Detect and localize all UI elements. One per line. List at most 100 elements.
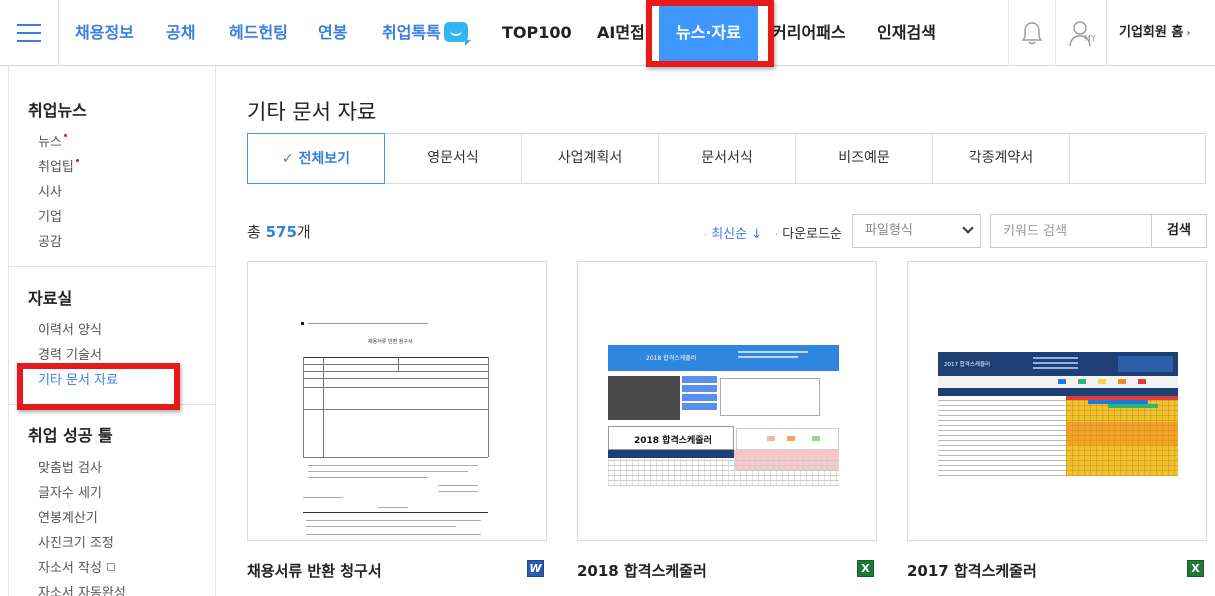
sidebar-title-tools: 취업 성공 툴 (28, 426, 113, 445)
my-label: MY (1084, 34, 1096, 43)
thumbnail-grid (938, 396, 1066, 476)
sidebar-item-current[interactable]: 시사 (38, 181, 62, 200)
card-title[interactable]: 2017 합격스케줄러 (907, 560, 1037, 581)
chevron-down-icon (962, 222, 974, 234)
tab-business-plan[interactable]: 사업계획서 (522, 134, 659, 183)
nav-top100[interactable]: TOP100 (502, 0, 572, 66)
thumbnail-block (736, 428, 839, 450)
excel-file-icon: X (857, 560, 874, 577)
tab-english-forms[interactable]: 영문서식 (385, 134, 522, 183)
thumbnail-block (938, 376, 1178, 388)
nav-career-path[interactable]: 커리어패스 (772, 0, 846, 66)
word-file-icon: W (527, 560, 544, 577)
sidebar-item-company[interactable]: 기업 (38, 206, 62, 225)
thumbnail-block (938, 388, 1178, 396)
sort-downloads-label: 다운로드순 (782, 227, 842, 242)
thumbnail-block (682, 376, 717, 420)
nav-career-talk-label: 취업톡톡 (382, 23, 441, 42)
sidebar-item-resume-form[interactable]: 이력서 양식 (38, 319, 102, 338)
card-title[interactable]: 2018 합격스케줄러 (577, 560, 707, 581)
sidebar-item-salary-calc[interactable]: 연봉계산기 (38, 507, 98, 526)
chat-bubble-icon (443, 22, 471, 46)
card-title[interactable]: 채용서류 반환 청구서 (247, 560, 382, 581)
tab-all[interactable]: ✓ 전체보기 (247, 133, 385, 184)
sidebar-title-news: 취업뉴스 (28, 101, 87, 120)
file-type-select-value: 파일형식 (865, 223, 913, 238)
file-type-select[interactable]: 파일형식 (852, 214, 981, 248)
sort-latest-label: 최신순 ↓ (711, 227, 763, 242)
chevron-right-icon: › (1186, 28, 1191, 39)
total-count: 총 575개 (247, 221, 311, 242)
sidebar-item-spell-check[interactable]: 맞춤법 검사 (38, 457, 102, 476)
sidebar-item-char-count[interactable]: 글자수 세기 (38, 482, 102, 501)
nav-divider (1106, 0, 1107, 66)
thumbnail-block (1108, 404, 1158, 408)
total-suffix: 개 (296, 223, 311, 241)
sidebar: 취업뉴스 뉴스 취업팁 시사 기업 공감 자료실 이력서 양식 경력 기술서 기… (8, 66, 216, 596)
thumbnail-banner: 2018 합격스케줄러 (608, 345, 839, 371)
total-number: 575 (265, 223, 297, 241)
sidebar-item-cover-letter[interactable]: 자소서 작성 (38, 557, 115, 576)
bell-icon[interactable] (1021, 21, 1043, 45)
keyword-search-input[interactable] (990, 214, 1152, 248)
thumbnail-block: 2018 합격스케줄러 (608, 426, 734, 450)
top-navigation: 채용정보 공채 헤드헌팅 연봉 취업톡톡 TOP100 AI면접 뉴스·자료 커… (0, 0, 1215, 66)
sidebar-item-label: 뉴스 (38, 135, 62, 150)
sidebar-divider (9, 266, 216, 267)
new-window-icon (106, 563, 115, 571)
sidebar-item-cover-letter-autocomplete[interactable]: 자소서 자동완성 (38, 582, 126, 596)
nav-public-recruit[interactable]: 공채 (166, 0, 195, 66)
sidebar-item-photo-resize[interactable]: 사진크기 조정 (38, 532, 114, 551)
sidebar-title-data: 자료실 (28, 289, 73, 308)
sidebar-item-tips[interactable]: 취업팁 (38, 156, 79, 175)
nav-talent-search[interactable]: 인재검색 (877, 0, 936, 66)
bullet-icon: · (775, 230, 779, 241)
corporate-home-link[interactable]: 기업회원 홈 › (1119, 0, 1190, 66)
document-card[interactable]: 채용서류 반환 청구서 (247, 261, 547, 541)
bullet-icon: · (704, 230, 708, 241)
highlight-box (646, 0, 774, 67)
tab-document-forms[interactable]: 문서서식 (659, 134, 796, 183)
search-button[interactable]: 검색 (1151, 214, 1207, 248)
thumbnail-doc-title: 채용서류 반환 청구서 (368, 339, 413, 345)
thumbnail-block (608, 450, 734, 458)
tab-contracts[interactable]: 각종계약서 (933, 134, 1070, 183)
highlight-box (17, 363, 180, 410)
sidebar-item-label: 자소서 작성 (38, 561, 102, 576)
page-title: 기타 문서 자료 (247, 100, 377, 124)
nav-career-talk[interactable]: 취업톡톡 (382, 0, 471, 66)
thumbnail-block (1066, 422, 1178, 446)
tab-label: 전체보기 (298, 151, 351, 167)
sidebar-item-news[interactable]: 뉴스 (38, 131, 67, 150)
corporate-home-label: 기업회원 홈 (1119, 25, 1184, 40)
sidebar-item-empathy[interactable]: 공감 (38, 231, 62, 250)
tab-empty (1070, 134, 1205, 183)
thumbnail-grid (608, 458, 839, 486)
document-card[interactable]: 2018 합격스케줄러 2018 합격스케줄러 (577, 261, 877, 541)
nav-salary[interactable]: 연봉 (318, 0, 347, 66)
tab-business-examples[interactable]: 비즈예문 (796, 134, 933, 183)
new-dot-icon (75, 159, 79, 162)
category-tabs: ✓ 전체보기 영문서식 사업계획서 문서서식 비즈예문 각종계약서 (247, 133, 1206, 184)
check-icon: ✓ (281, 151, 299, 167)
thumbnail-banner: 2017 합격스케줄러 (938, 352, 1178, 376)
thumbnail-block (720, 378, 820, 416)
excel-file-icon: X (1187, 560, 1204, 577)
document-thumbnail: 채용서류 반환 청구서 (298, 317, 498, 540)
thumbnail-sheet-title: 2017 합격스케줄러 (944, 362, 991, 368)
sidebar-item-label: 취업팁 (38, 160, 74, 175)
nav-headhunting[interactable]: 헤드헌팅 (229, 0, 288, 66)
sort-latest[interactable]: · 최신순 ↓ (704, 223, 762, 242)
total-prefix: 총 (247, 223, 266, 241)
thumbnail-banner-text: 2018 합격스케줄러 (646, 355, 697, 362)
nav-ai-interview[interactable]: AI면접 (597, 0, 645, 66)
thumbnail-block (608, 376, 680, 420)
nav-divider (1008, 0, 1009, 66)
sidebar-item-career-description[interactable]: 경력 기술서 (38, 344, 102, 363)
new-dot-icon (63, 134, 67, 137)
nav-recruit-info[interactable]: 채용정보 (75, 0, 134, 66)
thumbnail-sheet-title: 2018 합격스케줄러 (634, 436, 712, 446)
menu-icon[interactable] (0, 0, 59, 66)
document-card[interactable]: 2017 합격스케줄러 (907, 261, 1207, 541)
sort-downloads[interactable]: · 다운로드순 (775, 223, 842, 242)
